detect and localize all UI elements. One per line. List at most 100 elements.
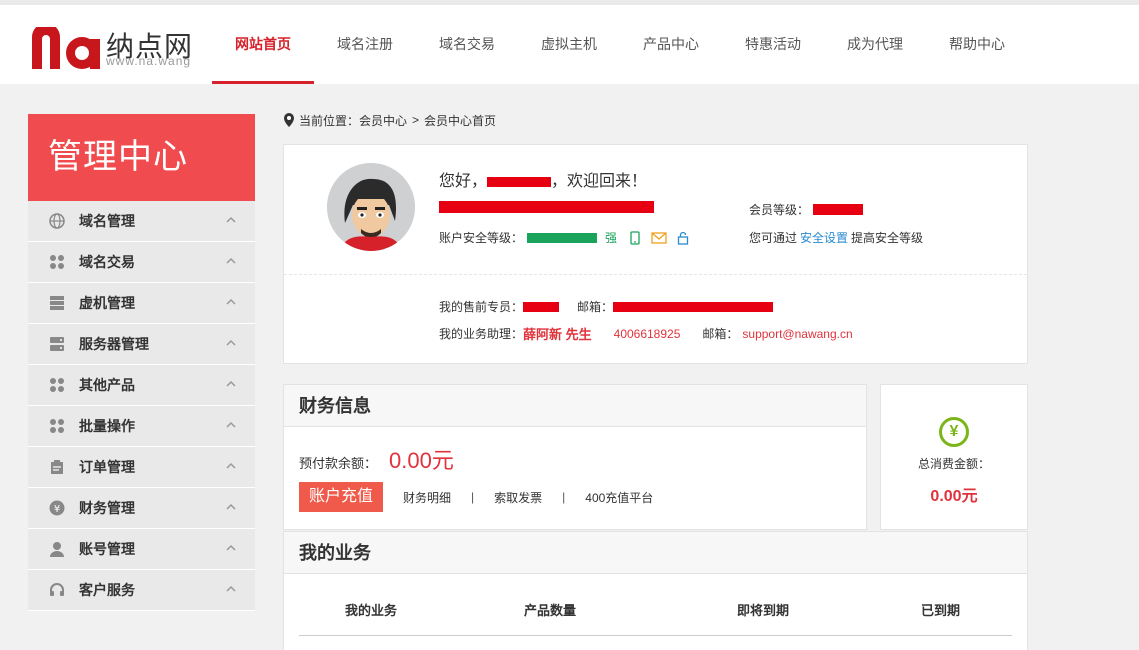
greeting: 您好， ，欢迎回来！: [439, 167, 647, 191]
site-logo[interactable]: 纳点网 www.na.wang: [28, 27, 198, 75]
sales-rep-row: 我的售前专员： 邮箱：: [439, 298, 774, 315]
server-rack-icon: [48, 294, 66, 312]
chevron-up-icon: [226, 544, 236, 551]
column-header-expiring-soon: 即将到期: [736, 603, 789, 618]
nav-products[interactable]: 产品中心: [620, 5, 722, 84]
security-tip-prefix: 您可通过: [749, 231, 798, 245]
chevron-up-icon: [226, 421, 236, 428]
breadcrumb-current: 会员中心首页: [424, 113, 497, 128]
sidebar-item-domain-management[interactable]: 域名管理: [28, 201, 255, 242]
panel-divider: [284, 274, 1027, 275]
sidebar-item-domain-trade[interactable]: 域名交易: [28, 242, 255, 283]
mobile-phone-icon[interactable]: [629, 230, 641, 245]
column-header-product-count: 产品数量: [523, 603, 576, 618]
redacted-sales-rep-name: [523, 301, 560, 312]
sales-rep-email-label: 邮箱：: [577, 300, 614, 314]
sidebar-item-label: 财务管理: [79, 500, 135, 516]
sidebar-menu: 域名管理 域名交易 虚机管理 服务器管理 其他产品 批量操作 订单管理 ¥ 财务…: [28, 201, 255, 611]
breadcrumb-separator: >: [412, 113, 420, 127]
sidebar-item-batch-operations[interactable]: 批量操作: [28, 406, 255, 447]
sidebar-item-vm-management[interactable]: 虚机管理: [28, 283, 255, 324]
sidebar-item-other-products[interactable]: 其他产品: [28, 365, 255, 406]
svg-text:¥: ¥: [54, 504, 60, 515]
nav-virtual-host[interactable]: 虚拟主机: [518, 5, 620, 84]
lock-icon[interactable]: [677, 231, 689, 245]
my-business-panel: 我的业务 我的业务 产品数量 即将到期 已到期: [283, 531, 1028, 650]
greeting-suffix: ，欢迎回来！: [551, 173, 648, 190]
assistant-phone: 4006618925: [613, 326, 681, 341]
nav-help[interactable]: 帮助中心: [926, 5, 1028, 84]
sidebar-item-customer-service[interactable]: 客户服务: [28, 570, 255, 611]
security-strength: 强: [605, 231, 618, 245]
chevron-up-icon: [226, 503, 236, 510]
yen-coin-icon: ¥: [48, 499, 66, 517]
finance-details-link[interactable]: 财务明细: [403, 489, 451, 506]
assistant-email-label: 邮箱：: [702, 327, 739, 341]
assistant-email-link[interactable]: support@nawang.cn: [742, 327, 852, 341]
grid-icon: [48, 417, 66, 435]
na-logo-mark: [32, 27, 100, 69]
request-invoice-link[interactable]: 索取发票: [494, 489, 542, 506]
finance-title: 财务信息: [284, 385, 866, 427]
finance-actions: 账户充值 财务明细 | 索取发票 | 400充值平台: [299, 482, 653, 512]
yen-circle-icon: ¥: [939, 417, 969, 447]
email-envelope-icon[interactable]: [651, 231, 667, 244]
sidebar-title: 管理中心: [28, 114, 255, 201]
breadcrumb-parent-link[interactable]: 会员中心: [359, 112, 407, 129]
redacted-member-level: [813, 204, 864, 215]
globe-icon: [48, 212, 66, 230]
greeting-prefix: 您好，: [439, 173, 488, 190]
redacted-sales-rep-email: [613, 301, 774, 312]
user-info-panel: 您好， ，欢迎回来！ 会员等级： 账户安全等级： 强 您可通过 安全设置 提高安全等级…: [283, 144, 1028, 364]
sidebar-item-label: 其他产品: [79, 377, 135, 393]
sidebar-item-label: 服务器管理: [79, 336, 149, 352]
chevron-up-icon: [226, 298, 236, 305]
breadcrumb: 当前位置： 会员中心 > 会员中心首页: [283, 112, 496, 128]
assistant-label: 我的业务助理：: [439, 327, 524, 341]
sales-rep-label: 我的售前专员：: [439, 300, 524, 314]
redacted-username: [487, 176, 552, 187]
my-business-title: 我的业务: [284, 532, 1027, 574]
chevron-up-icon: [226, 462, 236, 469]
chevron-up-icon: [226, 339, 236, 346]
sidebar-item-finance-management[interactable]: ¥ 财务管理: [28, 488, 255, 529]
assistant-name: 薛阿新 先生: [523, 327, 592, 342]
sidebar-item-server-management[interactable]: 服务器管理: [28, 324, 255, 365]
sidebar-item-label: 域名管理: [79, 213, 135, 229]
nav-domain-register[interactable]: 域名注册: [314, 5, 416, 84]
nav-home[interactable]: 网站首页: [212, 5, 314, 84]
site-header: 纳点网 www.na.wang 网站首页 域名注册 域名交易 虚拟主机 产品中心…: [0, 5, 1139, 84]
prepaid-balance: 预付款余额： 0.00元: [299, 443, 454, 475]
link-separator: |: [562, 490, 566, 504]
nav-become-agent[interactable]: 成为代理: [824, 5, 926, 84]
column-header-expired: 已到期: [920, 603, 960, 618]
logo-url-text: www.na.wang: [106, 54, 192, 68]
sidebar-item-order-management[interactable]: 订单管理: [28, 447, 255, 488]
sidebar-item-label: 批量操作: [79, 418, 135, 434]
avatar: [327, 163, 415, 251]
security-level-label: 账户安全等级：: [439, 231, 524, 245]
sidebar-item-account-management[interactable]: 账号管理: [28, 529, 255, 570]
assistant-row: 我的业务助理： 薛阿新 先生 4006618925 邮箱： support@na…: [439, 324, 853, 343]
sidebar-item-label: 域名交易: [79, 254, 135, 270]
user-icon: [48, 540, 66, 558]
security-settings-link[interactable]: 安全设置: [800, 231, 848, 245]
headset-icon: [48, 581, 66, 599]
finance-panel: 财务信息 预付款余额： 0.00元 账户充值 财务明细 | 索取发票 | 400…: [283, 384, 867, 530]
chevron-up-icon: [226, 380, 236, 387]
redacted-email: [439, 201, 654, 213]
sidebar-item-label: 虚机管理: [79, 295, 135, 311]
location-pin-icon: [284, 113, 294, 127]
chevron-up-icon: [226, 216, 236, 223]
recharge-400-platform-link[interactable]: 400充值平台: [585, 489, 653, 506]
nav-domain-trade[interactable]: 域名交易: [416, 5, 518, 84]
recharge-button[interactable]: 账户充值: [299, 482, 383, 512]
main-nav: 网站首页 域名注册 域名交易 虚拟主机 产品中心 特惠活动 成为代理 帮助中心: [212, 5, 1028, 84]
link-separator: |: [471, 490, 475, 504]
breadcrumb-prefix: 当前位置：: [299, 113, 360, 128]
prepaid-balance-value: 0.00元: [389, 448, 454, 473]
total-spend-label: 总消费金额：: [917, 457, 990, 471]
sidebar: 管理中心 域名管理 域名交易 虚机管理 服务器管理 其他产品 批量操作 订单管理…: [28, 114, 255, 611]
nav-promotions[interactable]: 特惠活动: [722, 5, 824, 84]
total-spend-value: 0.00元: [930, 488, 978, 505]
